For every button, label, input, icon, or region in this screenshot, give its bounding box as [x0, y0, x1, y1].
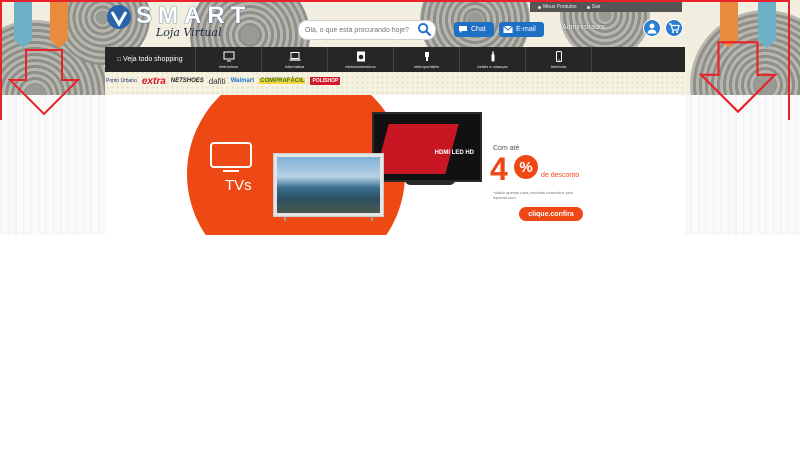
product-image-tv-led: HDMI LED HD — [372, 112, 482, 182]
tv-stand — [405, 180, 455, 185]
tv-icon — [210, 142, 252, 172]
cta-button[interactable]: clique.confira — [519, 207, 583, 221]
offer-value: 4 — [490, 151, 508, 187]
banner-category: TVs — [225, 177, 252, 194]
site-header: SMART Loja Virtual Meus Produtos Sair Ch… — [0, 0, 800, 120]
offer-percent-badge: % — [514, 155, 538, 179]
tv-badge: HDMI LED HD — [434, 150, 474, 156]
highlight-frame — [0, 0, 790, 120]
product-image-tv-flat — [273, 153, 384, 221]
offer-disclaimer: *valido apenas para produtos fornecidos … — [493, 190, 574, 200]
offer-suffix: de desconto — [541, 172, 580, 179]
